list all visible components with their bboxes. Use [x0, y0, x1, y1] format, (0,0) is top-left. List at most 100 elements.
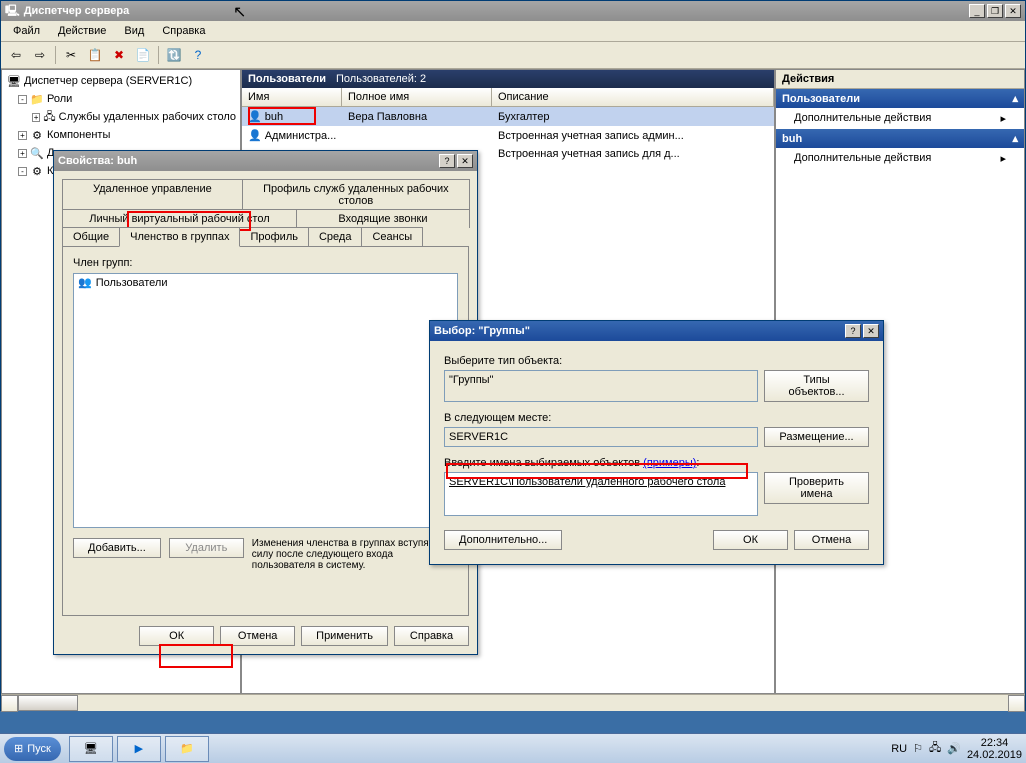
user-row-admin[interactable]: 👤Администра... Встроенная учетная запись… [242, 126, 774, 145]
column-headers: Имя Полное имя Описание [242, 88, 774, 107]
actions-section-buh[interactable]: buh ▴ [776, 129, 1024, 148]
menu-help[interactable]: Справка [154, 23, 213, 39]
menu-file[interactable]: Файл [5, 23, 48, 39]
menu-action[interactable]: Действие [50, 23, 114, 39]
scroll-right-icon[interactable] [1008, 695, 1025, 712]
cancel-button[interactable]: Отмена [794, 530, 869, 550]
chevron-right-icon: ▸ [1000, 112, 1006, 125]
user-icon: 👤 [248, 129, 262, 142]
names-label: Введите имена выбираемых объектов [444, 457, 640, 469]
diagnostics-icon: 🔍 [29, 145, 45, 161]
remove-button: Удалить [169, 538, 244, 558]
properties-icon[interactable]: 📄 [132, 44, 154, 66]
tab-sessions[interactable]: Сеансы [361, 227, 423, 247]
object-type-field: "Группы" [444, 370, 758, 402]
locations-button[interactable]: Размещение... [764, 427, 869, 447]
expand-icon[interactable]: + [18, 149, 27, 158]
member-label: Член групп: [73, 257, 458, 269]
minimize-button[interactable]: _ [969, 4, 985, 18]
forward-icon[interactable]: ⇨ [29, 44, 51, 66]
tab-general[interactable]: Общие [62, 227, 120, 247]
help-button[interactable]: Справка [394, 626, 469, 646]
actions-more-users[interactable]: Дополнительные действия ▸ [776, 108, 1024, 129]
users-header: Пользователи Пользователей: 2 [242, 70, 774, 88]
group-item-users[interactable]: 👥 Пользователи [74, 274, 457, 291]
properties-dialog: Свойства: buh ? ✕ Удаленное управление П… [53, 150, 478, 655]
col-name[interactable]: Имя [242, 88, 342, 106]
location-label: В следующем месте: [444, 412, 869, 424]
help-icon[interactable]: ? [187, 44, 209, 66]
ok-button[interactable]: ОК [139, 626, 214, 646]
object-types-button[interactable]: Типы объектов... [764, 370, 869, 402]
tab-environment[interactable]: Среда [308, 227, 362, 247]
props-titlebar[interactable]: Свойства: buh ? ✕ [54, 151, 477, 171]
check-names-button[interactable]: Проверить имена [764, 472, 869, 504]
tab-member-of[interactable]: Членство в группах [119, 227, 240, 247]
tab-rds-profile[interactable]: Профиль служб удаленных рабочих столов [242, 179, 470, 210]
close-button[interactable]: ✕ [457, 154, 473, 168]
actions-header: Действия [776, 70, 1024, 89]
tab-profile[interactable]: Профиль [239, 227, 309, 247]
start-button[interactable]: ⊞ Пуск [4, 737, 61, 761]
col-fullname[interactable]: Полное имя [342, 88, 492, 106]
horizontal-scrollbar[interactable] [1, 694, 1025, 711]
select-groups-dialog: Выбор: "Группы" ? ✕ Выберите тип объекта… [429, 320, 884, 565]
task-explorer[interactable]: 📁 [165, 736, 209, 762]
language-indicator[interactable]: RU [891, 743, 907, 755]
actions-section-users[interactable]: Пользователи ▴ [776, 89, 1024, 108]
tree-rds[interactable]: + 🖧 Службы удаленных рабочих столо [4, 108, 238, 126]
back-icon[interactable]: ⇦ [5, 44, 27, 66]
help-button[interactable]: ? [439, 154, 455, 168]
apply-button[interactable]: Применить [301, 626, 388, 646]
add-button[interactable]: Добавить... [73, 538, 161, 558]
collapse-icon[interactable]: - [18, 167, 27, 176]
server-icon: 🖥 [6, 73, 22, 89]
tree-roles[interactable]: - 📁 Роли [4, 90, 238, 108]
menu-view[interactable]: Вид [116, 23, 152, 39]
refresh-icon[interactable]: 🔃 [163, 44, 185, 66]
cut-icon[interactable]: ✂ [60, 44, 82, 66]
group-icon: 👥 [78, 276, 92, 289]
task-server-manager[interactable]: 🖥 [69, 736, 113, 762]
expand-icon[interactable]: + [18, 131, 27, 140]
select-titlebar[interactable]: Выбор: "Группы" ? ✕ [430, 321, 883, 341]
examples-link[interactable]: (примеры) [643, 457, 696, 469]
user-icon: 👤 [248, 110, 262, 123]
flag-icon[interactable]: ⚐ [913, 742, 923, 755]
delete-icon[interactable]: ✖ [108, 44, 130, 66]
tab-dialin[interactable]: Входящие звонки [296, 209, 470, 228]
close-button[interactable]: ✕ [863, 324, 879, 338]
tab-personal-desktop[interactable]: Личный виртуальный рабочий стол [62, 209, 297, 228]
clock-date[interactable]: 24.02.2019 [967, 749, 1022, 761]
col-desc[interactable]: Описание [492, 88, 774, 106]
maximize-button[interactable]: ❐ [987, 4, 1003, 18]
tab-remote-control[interactable]: Удаленное управление [62, 179, 243, 210]
clock-time[interactable]: 22:34 [967, 737, 1022, 749]
main-title: Диспетчер сервера [24, 5, 130, 17]
scroll-thumb[interactable] [18, 695, 78, 711]
help-button[interactable]: ? [845, 324, 861, 338]
windows-icon: ⊞ [14, 742, 23, 755]
close-button[interactable]: ✕ [1005, 4, 1021, 18]
cancel-button[interactable]: Отмена [220, 626, 295, 646]
toolbar: ⇦ ⇨ ✂ 📋 ✖ 📄 🔃 ? [1, 42, 1025, 69]
expand-icon[interactable]: + [32, 113, 40, 122]
collapse-icon[interactable]: - [18, 95, 27, 104]
chevron-up-icon: ▴ [1012, 92, 1018, 105]
task-powershell[interactable]: ▶ [117, 736, 161, 762]
groups-listbox[interactable]: 👥 Пользователи [73, 273, 458, 528]
advanced-button[interactable]: Дополнительно... [444, 530, 562, 550]
tree-components[interactable]: + ⚙ Компоненты [4, 126, 238, 144]
main-titlebar[interactable]: 🖳 Диспетчер сервера _ ❐ ✕ [1, 1, 1025, 21]
config-icon: ⚙ [29, 163, 45, 179]
sound-icon[interactable]: 🔊 [947, 742, 961, 755]
object-names-input[interactable] [444, 472, 758, 516]
network-icon[interactable]: 🖧 [929, 739, 941, 758]
user-row-buh[interactable]: 👤buh Вера Павловна Бухгалтер [242, 107, 774, 126]
actions-more-buh[interactable]: Дополнительные действия ▸ [776, 148, 1024, 169]
copy-icon[interactable]: 📋 [84, 44, 106, 66]
tree-root[interactable]: 🖥 Диспетчер сервера (SERVER1C) [4, 72, 238, 90]
scroll-left-icon[interactable] [1, 695, 18, 712]
system-tray[interactable]: RU ⚐ 🖧 🔊 22:34 24.02.2019 [891, 737, 1022, 761]
ok-button[interactable]: ОК [713, 530, 788, 550]
